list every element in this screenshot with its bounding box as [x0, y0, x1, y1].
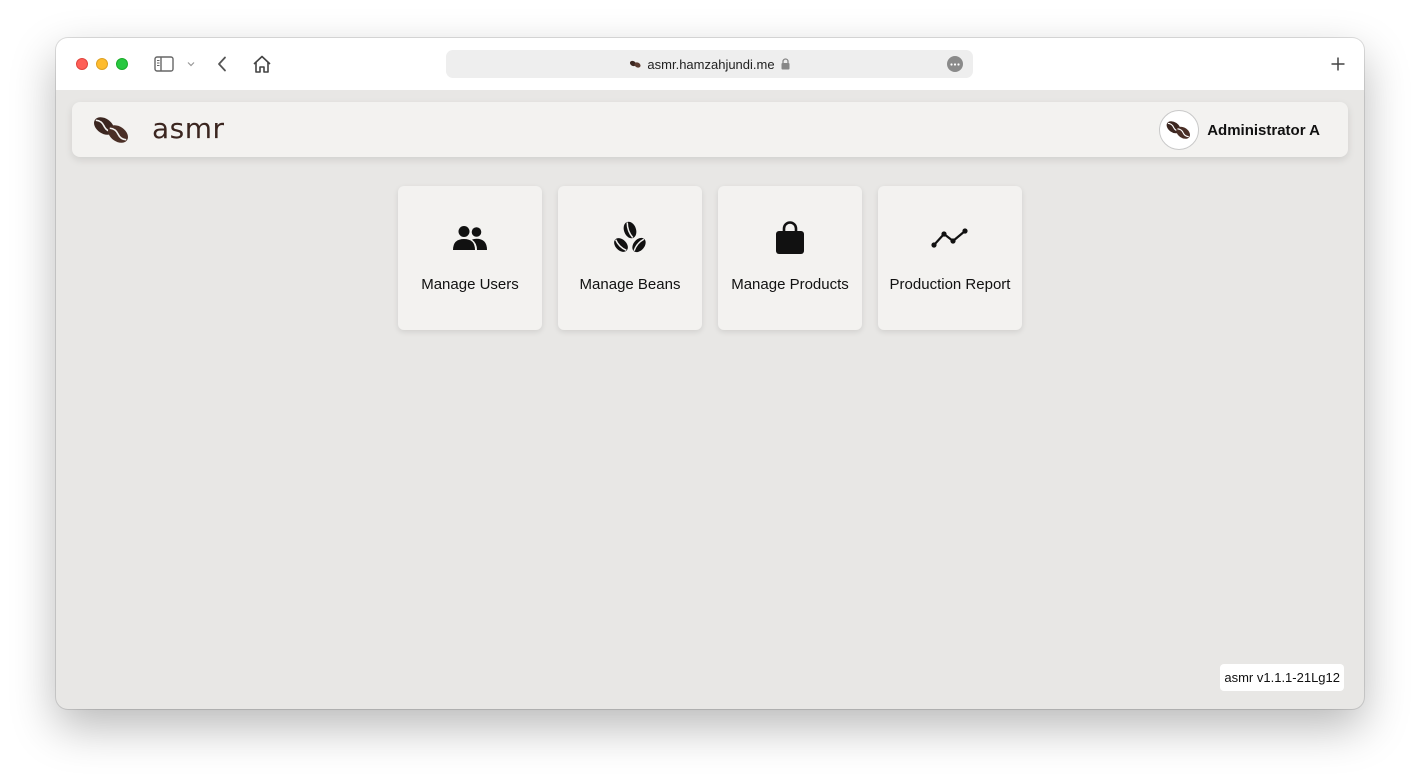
version-badge: asmr v1.1.1-21Lg12: [1220, 664, 1344, 691]
shopping-bag-icon: [770, 220, 810, 256]
line-chart-icon: [930, 220, 970, 256]
card-label: Production Report: [889, 276, 1011, 293]
page-content: asmr Administrator A Manage Users Manage…: [56, 90, 1364, 709]
manage-users-card[interactable]: Manage Users: [398, 186, 542, 330]
coffee-beans-icon: [1166, 121, 1191, 139]
page-menu-icon[interactable]: [947, 56, 963, 72]
back-icon[interactable]: [212, 52, 232, 76]
browser-window: asmr.hamzahjundi.me asmr Administrator A…: [56, 38, 1364, 709]
manage-beans-card[interactable]: Manage Beans: [558, 186, 702, 330]
new-tab-icon[interactable]: [1326, 52, 1350, 76]
app-brand[interactable]: asmr: [152, 112, 225, 145]
beans-icon: [610, 220, 650, 256]
avatar[interactable]: [1159, 110, 1200, 150]
manage-products-card[interactable]: Manage Products: [718, 186, 862, 330]
minimize-window-button[interactable]: [96, 58, 108, 70]
card-label: Manage Beans: [579, 276, 681, 293]
url-text: asmr.hamzahjundi.me: [647, 56, 775, 72]
site-favicon-icon: [630, 60, 641, 68]
dashboard-cards: Manage Users Manage Beans Manage Product…: [398, 186, 1022, 330]
user-menu[interactable]: Administrator A: [1159, 110, 1320, 150]
coffee-beans-logo-icon[interactable]: [92, 114, 132, 146]
card-label: Manage Products: [731, 276, 849, 293]
close-window-button[interactable]: [76, 58, 88, 70]
sidebar-toggle-icon[interactable]: [152, 52, 176, 76]
chevron-down-icon[interactable]: [184, 52, 198, 76]
user-name: Administrator A: [1207, 121, 1320, 139]
browser-toolbar: asmr.hamzahjundi.me: [56, 38, 1364, 90]
zoom-window-button[interactable]: [116, 58, 128, 70]
address-bar[interactable]: asmr.hamzahjundi.me: [446, 50, 973, 78]
home-icon[interactable]: [250, 52, 274, 76]
card-label: Manage Users: [421, 276, 519, 293]
lock-icon: [781, 58, 790, 70]
app-header: asmr Administrator A: [72, 102, 1348, 157]
users-icon: [450, 220, 490, 256]
production-report-card[interactable]: Production Report: [878, 186, 1022, 330]
